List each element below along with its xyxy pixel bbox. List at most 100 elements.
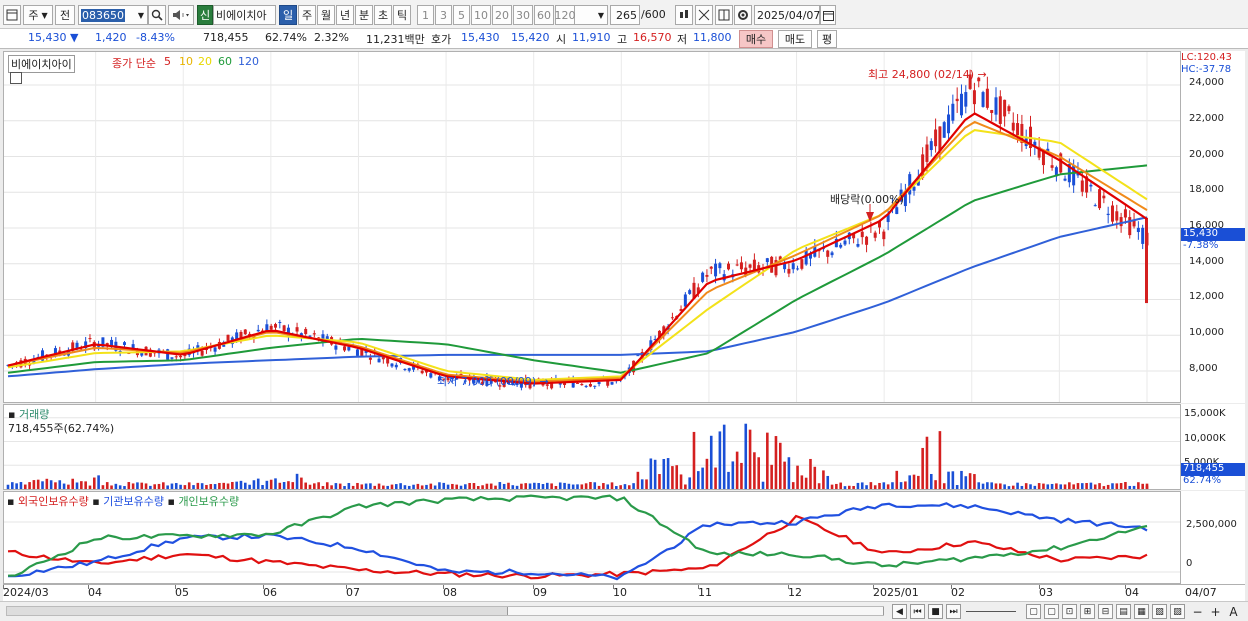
volume-chart[interactable] xyxy=(4,405,1181,490)
volume-bar xyxy=(800,475,804,489)
period-button[interactable]: 월 xyxy=(317,5,335,25)
buy-button[interactable]: 매수 xyxy=(739,30,773,48)
volume-bar xyxy=(256,478,260,489)
auto-icon[interactable]: A xyxy=(1226,604,1241,619)
range-button[interactable]: 5 xyxy=(453,5,470,25)
institution-legend[interactable]: 기관보유수량 xyxy=(103,495,164,508)
range-button[interactable]: 120 xyxy=(555,5,576,25)
volume-bar xyxy=(140,482,144,489)
candle-body xyxy=(1003,99,1007,117)
ma60-legend[interactable]: 60 xyxy=(218,55,232,68)
dropdown-icon: ▼ xyxy=(41,10,48,20)
volume-bar xyxy=(144,483,148,489)
volume-bar xyxy=(511,485,515,489)
tool-icon[interactable]: ▦ xyxy=(1134,604,1149,619)
scroll-track[interactable] xyxy=(6,606,884,616)
stock-name-field[interactable]: 비에이치아 xyxy=(213,5,276,25)
ma120-legend[interactable]: 120 xyxy=(238,55,259,68)
search-icon[interactable] xyxy=(148,5,166,25)
split-icon[interactable] xyxy=(715,5,733,25)
volume-bar xyxy=(213,484,217,489)
tool-icon[interactable]: ▧ xyxy=(1152,604,1167,619)
market-select[interactable]: 주 ▼ xyxy=(23,5,53,25)
zoom-out-icon[interactable]: − xyxy=(1190,604,1205,619)
period-button[interactable]: 초 xyxy=(374,5,392,25)
tool-icon[interactable]: ⊡ xyxy=(1062,604,1077,619)
range-button[interactable]: 1 xyxy=(417,5,434,25)
period-button[interactable]: 분 xyxy=(355,5,373,25)
scroll-thumb[interactable] xyxy=(507,607,884,615)
time-axis-label: 04 xyxy=(1125,586,1139,599)
ma5-legend[interactable]: 5 xyxy=(164,55,171,68)
candle-body xyxy=(1102,195,1106,199)
volume-bar xyxy=(338,483,342,489)
foreign-legend[interactable]: 외국인보유수량 xyxy=(18,495,89,508)
candle-body xyxy=(226,334,230,341)
range-button[interactable]: 3 xyxy=(435,5,452,25)
period-button[interactable]: 일 xyxy=(279,5,297,25)
chart-settings-icon[interactable] xyxy=(734,5,752,25)
volume-bar xyxy=(75,482,79,489)
volume-bar xyxy=(973,474,976,489)
grid-icon[interactable] xyxy=(10,72,22,84)
price-chart-panel[interactable]: 비에이치아이 종가 단순 5 10 20 60 120 최고 24,800 (0… xyxy=(3,51,1181,403)
calendar-icon[interactable] xyxy=(820,5,836,25)
stop-icon[interactable]: ■ xyxy=(928,604,943,619)
scroll-left-icon[interactable]: ◀ xyxy=(892,604,907,619)
price-chart[interactable] xyxy=(4,52,1181,403)
zoom-in-icon[interactable]: + xyxy=(1208,604,1223,619)
tool-icon[interactable]: ⊞ xyxy=(1080,604,1095,619)
candle-body xyxy=(1110,205,1114,222)
compare-icon[interactable] xyxy=(695,5,713,25)
dropdown-icon[interactable]: ▼ xyxy=(138,11,144,20)
volume-bar xyxy=(580,484,584,489)
period-button[interactable]: 주 xyxy=(298,5,316,25)
volume-bar xyxy=(1128,485,1132,489)
range-select[interactable]: ▼ xyxy=(570,5,608,25)
zoom-slider[interactable] xyxy=(966,611,1016,612)
scroll-last-icon[interactable]: ⏭ xyxy=(946,604,961,619)
period-button[interactable]: 틱 xyxy=(393,5,411,25)
count-input[interactable]: 265 xyxy=(610,5,640,25)
volume-bar xyxy=(545,482,549,489)
holdings-chart-panel[interactable]: ▪ 외국인보유수량 ▪ 기관보유수량 ▪ 개인보유수량 xyxy=(3,491,1181,584)
range-button[interactable]: 20 xyxy=(492,5,512,25)
ma10-legend[interactable]: 10 xyxy=(179,55,193,68)
range-button[interactable]: 60 xyxy=(534,5,554,25)
time-axis-label: 09 xyxy=(533,586,547,599)
time-axis-tick xyxy=(346,585,347,589)
volume-bar-current xyxy=(1145,485,1149,489)
tool-icon[interactable]: ▢ xyxy=(1026,604,1041,619)
volume-bar xyxy=(446,484,450,489)
date-input[interactable]: 2025/04/07 xyxy=(754,5,820,25)
range-button[interactable]: 30 xyxy=(513,5,533,25)
avg-button[interactable]: 평 xyxy=(817,30,837,48)
volume-bar xyxy=(291,482,295,489)
stock-label[interactable]: 비에이치아이 xyxy=(8,55,75,73)
volume-bar xyxy=(942,483,946,489)
volume-bar xyxy=(1016,482,1019,489)
code-input[interactable]: 083650 ▼ xyxy=(78,5,148,25)
volume-bar xyxy=(1055,483,1058,489)
volume-bar xyxy=(481,485,484,489)
ma20-legend[interactable]: 20 xyxy=(198,55,212,68)
scroll-first-icon[interactable]: ⏮ xyxy=(910,604,925,619)
tool-icon[interactable]: ▢ xyxy=(1044,604,1059,619)
prev-button[interactable]: 전 xyxy=(55,5,75,25)
menu-icon[interactable] xyxy=(3,5,21,25)
candle-body xyxy=(985,88,989,108)
speaker-icon[interactable] xyxy=(168,5,194,25)
volume-bar xyxy=(149,485,152,489)
period-button[interactable]: 년 xyxy=(336,5,354,25)
volume-bar xyxy=(498,482,502,489)
range-button[interactable]: 10 xyxy=(471,5,491,25)
sell-button[interactable]: 매도 xyxy=(778,30,812,48)
individual-legend[interactable]: 개인보유수량 xyxy=(178,495,239,508)
volume-bar xyxy=(472,483,476,489)
tool-icon[interactable]: ⊟ xyxy=(1098,604,1113,619)
tool-icon[interactable]: ▨ xyxy=(1170,604,1185,619)
candle-body xyxy=(1132,220,1136,227)
volume-chart-panel[interactable]: ▪ 거래량 718,455주(62.74%) xyxy=(3,404,1181,490)
tool-icon[interactable]: ▤ xyxy=(1116,604,1131,619)
chart-type-icon[interactable] xyxy=(675,5,693,25)
